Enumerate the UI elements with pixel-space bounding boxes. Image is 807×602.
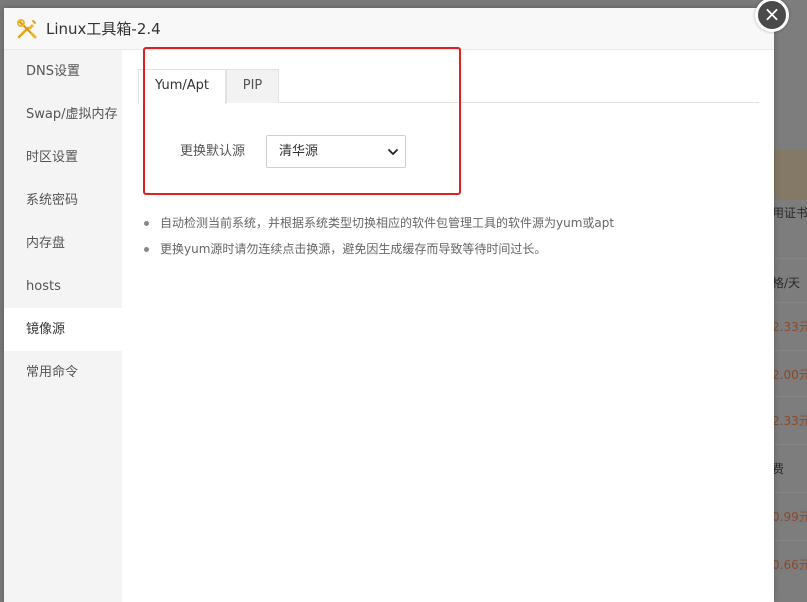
default-source-label: 更换默认源 [180, 144, 246, 159]
background-header-cell: 格/天 [772, 258, 807, 306]
bullet-icon [144, 247, 149, 252]
sidebar-item-timezone[interactable]: 时区设置 [4, 136, 122, 179]
sidebar-item-common-commands[interactable]: 常用命令 [4, 351, 122, 394]
chevron-down-icon [388, 149, 398, 155]
mirror-source-select[interactable]: 清华源 [266, 135, 406, 168]
tab-yum-apt[interactable]: Yum/Apt [138, 69, 226, 104]
bullet-icon [144, 221, 149, 226]
tools-icon [17, 19, 37, 39]
help-notes: 自动检测当前系统，并根据系统类型切换相应的软件包管理工具的软件源为yum或apt… [142, 210, 762, 262]
sidebar-item-dns[interactable]: DNS设置 [4, 50, 122, 93]
tab-pip[interactable]: PIP [226, 69, 279, 103]
sidebar-nav: DNS设置 Swap/虚拟内存 时区设置 系统密码 内存盘 hosts 镜像源 … [4, 50, 122, 602]
note-item: 自动检测当前系统，并根据系统类型切换相应的软件包管理工具的软件源为yum或apt [142, 210, 762, 236]
background-price-cell: 0.99元 [772, 492, 807, 540]
mirror-source-value: 清华源 [279, 144, 319, 159]
dialog-title: Linux工具箱-2.4 [46, 20, 161, 38]
dialog-header: Linux工具箱-2.4 [4, 8, 774, 50]
sidebar-item-mirror-source[interactable]: 镜像源 [4, 308, 122, 351]
background-price-cell: 2.00元 [772, 350, 807, 398]
background-price-cell: 0.66元 [772, 540, 807, 588]
content-panel: Yum/Apt PIP 更换默认源 清华源 自动检测当前系统，并根据系统类型切换… [122, 50, 774, 602]
background-notice-strip [774, 150, 807, 200]
mirror-form-row: 更换默认源 清华源 [138, 135, 468, 169]
sidebar-item-swap[interactable]: Swap/虚拟内存 [4, 93, 122, 136]
background-price-cell: 2.33元 [772, 396, 807, 444]
note-item: 更换yum源时请勿连续点击换源，避免因生成缓存而导致等待时间过长。 [142, 236, 762, 262]
tab-bar: Yum/Apt PIP [138, 69, 759, 104]
background-label: 用证书 [772, 206, 807, 220]
linux-toolbox-dialog: Linux工具箱-2.4 DNS设置 Swap/虚拟内存 时区设置 系统密码 内… [4, 8, 774, 602]
sidebar-item-ramdisk[interactable]: 内存盘 [4, 222, 122, 265]
background-price-cell: 2.33元 [772, 302, 807, 350]
sidebar-item-hosts[interactable]: hosts [4, 265, 122, 308]
background-fee-cell: 费 [772, 444, 807, 492]
sidebar-item-system-password[interactable]: 系统密码 [4, 179, 122, 222]
